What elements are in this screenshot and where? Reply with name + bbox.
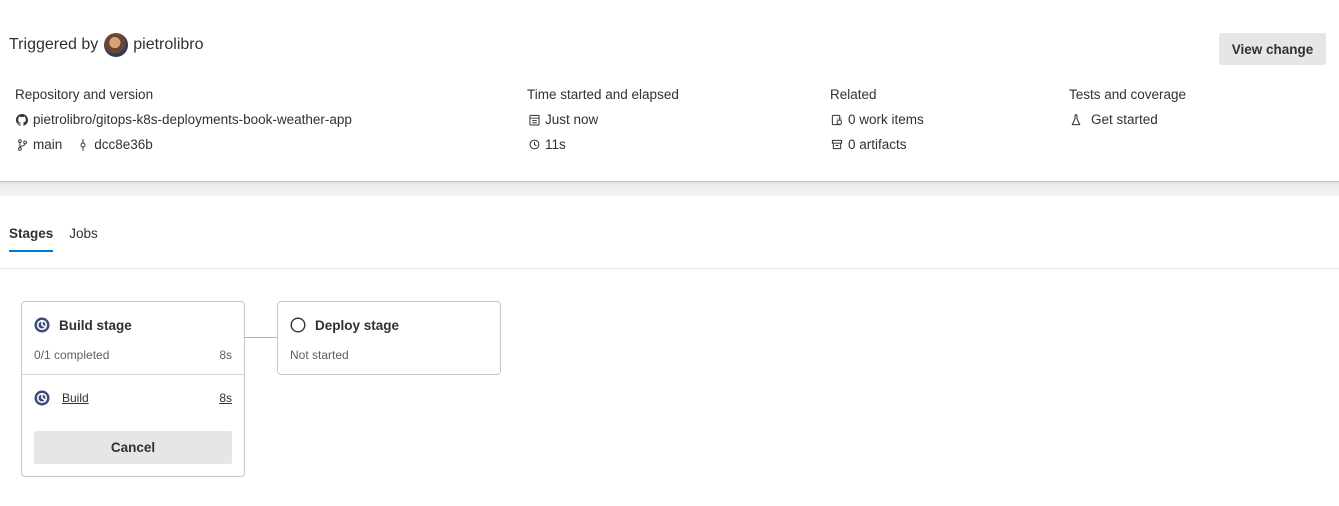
- work-items-icon: [830, 113, 844, 127]
- triggered-by-label: Triggered by: [9, 36, 99, 53]
- not-started-icon: [290, 317, 306, 333]
- artifacts-icon: [830, 138, 844, 152]
- build-stage-duration: 8s: [219, 348, 232, 362]
- branch-icon: [15, 138, 29, 152]
- commit-icon: [76, 138, 90, 152]
- stage-connector: [244, 337, 278, 338]
- repository-section: Repository and version pietrolibro/gitop…: [15, 87, 352, 157]
- job-running-icon: [34, 390, 50, 406]
- tab-bar-underline: [0, 268, 1339, 269]
- tab-stages[interactable]: Stages: [9, 226, 54, 252]
- repository-link[interactable]: pietrolibro/gitops-k8s-deployments-book-…: [33, 112, 352, 127]
- tab-bar: Stages Jobs: [9, 226, 114, 252]
- time-started: Just now: [545, 112, 599, 127]
- work-items-link[interactable]: 0 work items: [848, 112, 924, 127]
- triggered-by: Triggered by pietrolibro: [9, 33, 204, 57]
- branch-name[interactable]: main: [33, 137, 62, 152]
- deploy-stage-title: Deploy stage: [315, 317, 400, 333]
- time-section-title: Time started and elapsed: [527, 87, 679, 102]
- card-divider: [22, 374, 244, 375]
- artifacts-link[interactable]: 0 artifacts: [848, 137, 907, 152]
- tests-section-title: Tests and coverage: [1069, 87, 1187, 102]
- clock-icon: [527, 138, 541, 152]
- tab-jobs[interactable]: Jobs: [69, 226, 98, 252]
- cancel-button[interactable]: Cancel: [34, 431, 232, 464]
- related-section-title: Related: [830, 87, 877, 102]
- github-icon: [15, 113, 29, 127]
- run-summary-header: Triggered by pietrolibro View change Rep…: [0, 0, 1339, 182]
- build-job-link[interactable]: Build: [62, 391, 89, 405]
- triggered-by-user[interactable]: pietrolibro: [133, 36, 203, 54]
- commit-id[interactable]: dcc8e36b: [94, 137, 153, 152]
- build-stage-title: Build stage: [59, 317, 132, 333]
- running-icon: [34, 317, 50, 333]
- repository-section-title: Repository and version: [15, 87, 154, 102]
- user-avatar[interactable]: [104, 33, 129, 57]
- view-change-button[interactable]: View change: [1219, 33, 1326, 65]
- related-section: Related 0 work items 0 artifacts: [830, 87, 924, 157]
- build-stage-card[interactable]: Build stage 0/1 completed 8s Build 8s Ca…: [21, 301, 245, 477]
- deploy-stage-card[interactable]: Deploy stage Not started: [277, 301, 501, 375]
- tests-get-started-link[interactable]: Get started: [1091, 112, 1158, 127]
- section-divider: [0, 181, 1339, 196]
- flask-icon: [1069, 113, 1083, 127]
- time-section: Time started and elapsed Just now 11s: [527, 87, 679, 157]
- tests-section: Tests and coverage Get started: [1069, 87, 1186, 132]
- calendar-icon: [527, 113, 541, 127]
- build-job-duration[interactable]: 8s: [219, 391, 232, 405]
- build-stage-progress: 0/1 completed: [34, 348, 110, 362]
- build-job-row[interactable]: Build 8s: [34, 390, 232, 406]
- time-elapsed: 11s: [545, 137, 566, 152]
- deploy-stage-status: Not started: [290, 348, 349, 362]
